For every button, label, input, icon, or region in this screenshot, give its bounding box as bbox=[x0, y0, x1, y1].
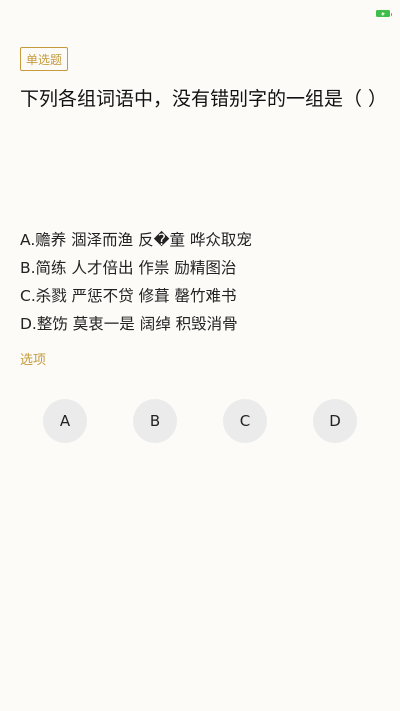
option-a-text: A.赡养 涸泽而渔 反�童 哗众取宠 bbox=[20, 231, 252, 249]
battery-charging-icon bbox=[376, 10, 392, 17]
answer-button-c[interactable]: C bbox=[223, 399, 267, 443]
charging-bolt-icon bbox=[381, 11, 385, 17]
answer-buttons: A B C D bbox=[0, 399, 400, 443]
answer-button-a[interactable]: A bbox=[43, 399, 87, 443]
option-d-text: D.整饬 莫衷一是 阔绰 积毁消骨 bbox=[20, 315, 238, 333]
options-list: A.赡养 涸泽而渔 反�童 哗众取宠 B.简练 人才倍出 作祟 励精图治 C.杀… bbox=[20, 226, 380, 338]
option-b-text: B.简练 人才倍出 作祟 励精图治 bbox=[20, 259, 237, 277]
answer-button-b[interactable]: B bbox=[133, 399, 177, 443]
question-text: 下列各组词语中，没有错别字的一组是（ ） bbox=[20, 88, 388, 110]
option-c-text: C.杀戮 严惩不贷 修葺 罄竹难书 bbox=[20, 287, 237, 305]
answer-button-d[interactable]: D bbox=[313, 399, 357, 443]
options-section-label: 选项 bbox=[20, 353, 47, 368]
question-type-badge: 单选题 bbox=[20, 47, 69, 71]
status-bar bbox=[0, 0, 400, 26]
